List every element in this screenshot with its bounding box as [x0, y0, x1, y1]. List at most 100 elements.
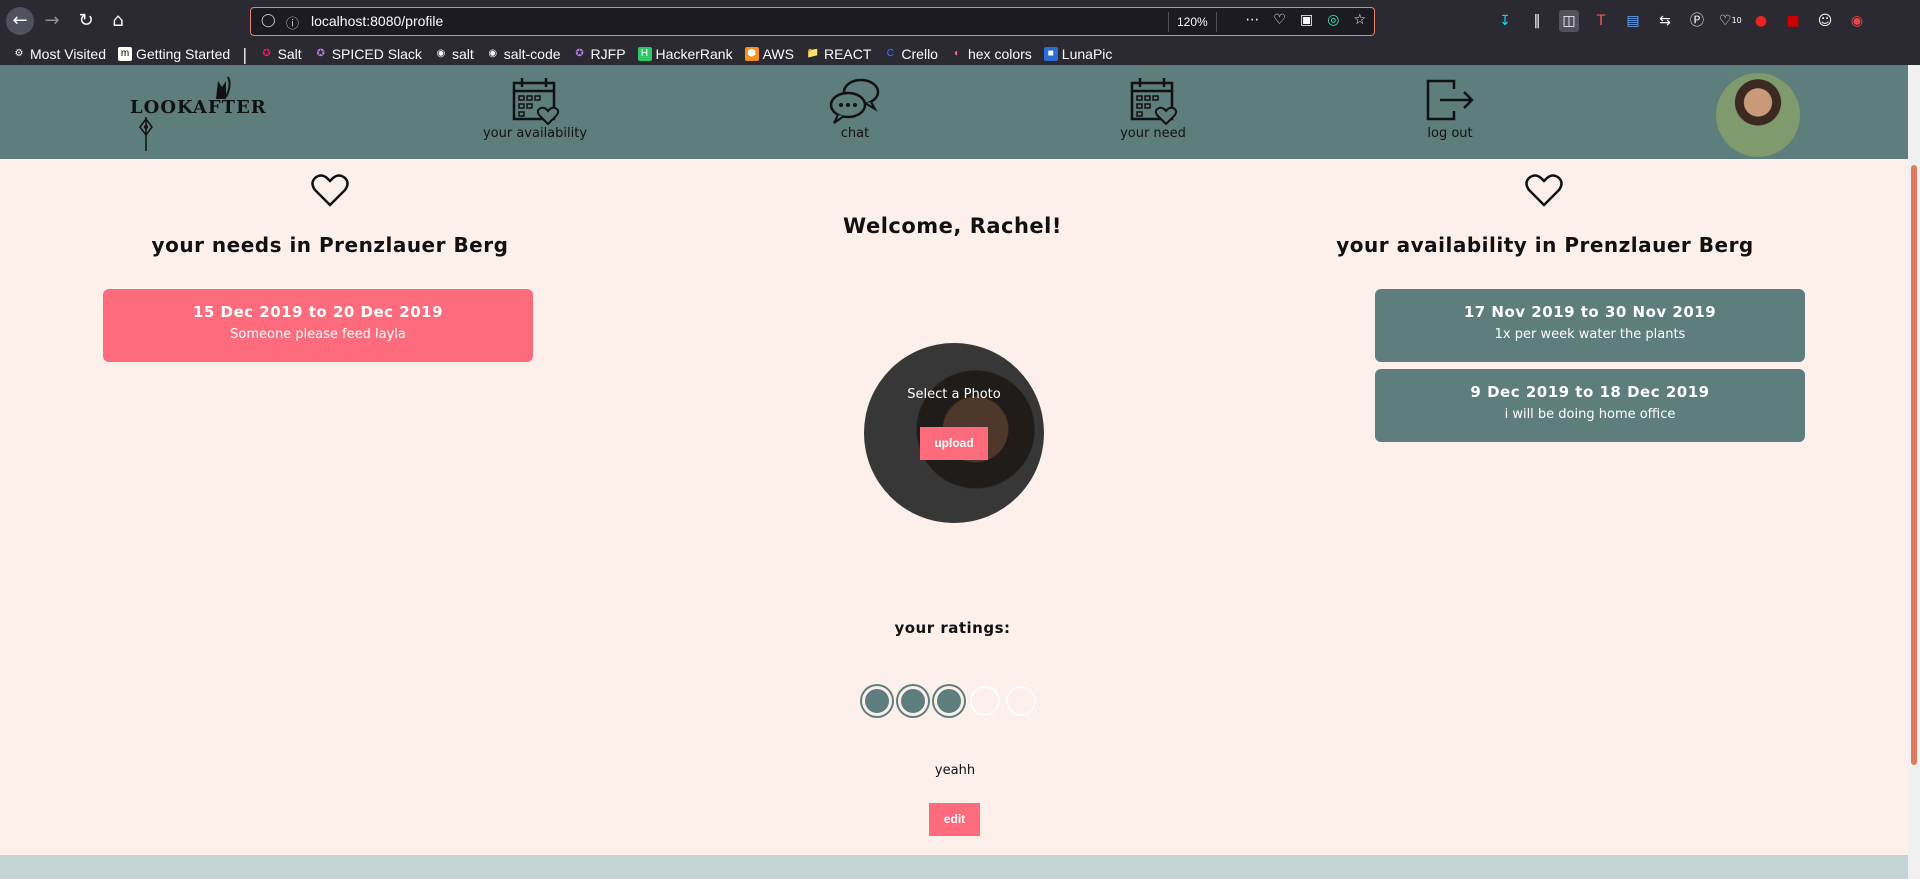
translate-icon[interactable]: ▤ — [1623, 10, 1643, 32]
shield-icon[interactable]: ◯ — [261, 13, 276, 28]
bookmark-label: Crello — [901, 46, 938, 62]
ublock-icon[interactable]: ■ — [1783, 10, 1803, 32]
sync-icon[interactable]: ⇆ — [1655, 10, 1675, 32]
menu-extension-icon[interactable]: ◉ — [1847, 10, 1867, 32]
bookmark-react[interactable]: 📁 REACT — [806, 46, 872, 62]
page-footer — [0, 855, 1908, 879]
bookmark-crello[interactable]: C Crello — [883, 46, 938, 62]
pocket-list-icon[interactable]: ♡10 — [1719, 10, 1742, 32]
bookmark-spiced-slack[interactable]: ✪ SPICED Slack — [314, 46, 421, 62]
crello-icon: C — [886, 48, 895, 59]
target-icon[interactable]: ◎ — [1327, 12, 1339, 28]
nav-log-out[interactable]: log out — [1385, 75, 1515, 151]
forward-arrow-icon[interactable]: → — [38, 7, 66, 35]
bookmark-salt-code[interactable]: ◉ salt-code — [486, 46, 561, 62]
hex-icon: ◐ — [953, 48, 960, 59]
select-photo-label[interactable]: Select a Photo — [864, 387, 1044, 402]
bookmarks-bar: ⚙ Most Visited m Getting Started | ✪ Salt ✪… — [0, 43, 1920, 65]
extension-icon[interactable]: ▣ — [1300, 12, 1313, 28]
availability-dates: 17 Nov 2019 to 30 Nov 2019 — [1463, 303, 1717, 321]
url-bar[interactable]: ◯ ⓘ localhost:8080/profile 120% ⋯ ♡ ▣ ◎ … — [250, 7, 1375, 36]
home-icon[interactable]: ⌂ — [104, 7, 132, 35]
need-description: Someone please feed layla — [230, 327, 406, 342]
bookmark-aws[interactable]: ⬢ AWS — [744, 46, 794, 62]
slack-icon: ✪ — [316, 48, 325, 59]
avatar[interactable] — [1716, 73, 1800, 157]
bookmark-label: REACT — [823, 46, 872, 62]
zoom-indicator[interactable]: 120% — [1168, 12, 1217, 32]
bookmark-label: RJFP — [590, 46, 626, 62]
bookmark-most-visited[interactable]: ⚙ Most Visited — [12, 46, 106, 62]
text-extension-icon[interactable]: T — [1591, 10, 1611, 32]
upload-button[interactable]: upload — [920, 427, 988, 460]
info-icon[interactable]: ⓘ — [286, 13, 299, 32]
download-icon[interactable]: ↧ — [1495, 10, 1515, 32]
badge-count: 10 — [1731, 16, 1742, 25]
chat-bubbles-icon — [829, 78, 880, 124]
rating-circle[interactable] — [1006, 686, 1036, 716]
aws-icon: ⬢ — [744, 47, 759, 61]
reload-icon[interactable]: ↻ — [72, 7, 100, 35]
rating-circle[interactable] — [862, 686, 892, 716]
bookmark-star-icon[interactable]: ☆ — [1353, 12, 1366, 28]
browser-toolbar: ← → ↻ ⌂ ◯ ⓘ localhost:8080/profile 120% … — [0, 0, 1920, 43]
edit-button[interactable]: edit — [929, 803, 980, 836]
bookmark-salt[interactable]: ✪ Salt — [260, 46, 302, 62]
cat-logo-icon — [139, 76, 231, 151]
tomato-icon[interactable]: ● — [1751, 10, 1771, 32]
account-icon[interactable]: ☺ — [1815, 10, 1835, 32]
nav-label: log out — [1427, 126, 1473, 141]
bookmark-label: AWS — [762, 46, 794, 62]
nav-label: chat — [840, 126, 870, 141]
nav-your-need[interactable]: your need — [1088, 75, 1218, 151]
profile-page: your needs in Prenzlauer Berg 15 Dec 201… — [0, 159, 1908, 855]
gear-icon: ⚙ — [14, 48, 24, 59]
bookmark-rjfp[interactable]: ✪ RJFP — [573, 46, 626, 62]
back-arrow-icon[interactable]: ← — [6, 7, 34, 35]
lunapic-icon: ■ — [1043, 47, 1058, 61]
w-extension-icon[interactable]: Ⓟ — [1687, 10, 1707, 32]
more-actions-icon[interactable]: ⋯ — [1245, 12, 1259, 28]
ratings-title: your ratings: — [894, 619, 1011, 637]
nav-label: your need — [1120, 126, 1186, 141]
slack-icon: ✪ — [262, 48, 271, 59]
availability-title: your availability in Prenzlauer Berg — [1336, 233, 1754, 257]
nav-chat[interactable]: chat — [790, 75, 920, 151]
bookmark-label: LunaPic — [1061, 46, 1113, 62]
bookmark-label: salt-code — [503, 46, 561, 62]
rating-circles — [862, 686, 1036, 716]
bookmark-getting-started[interactable]: m Getting Started — [118, 46, 230, 62]
availability-card[interactable]: 9 Dec 2019 to 18 Dec 2019 i will be doin… — [1375, 369, 1805, 442]
pocket-icon[interactable]: ♡ — [1273, 12, 1286, 28]
calendar-heart-icon — [512, 78, 560, 125]
need-dates: 15 Dec 2019 to 20 Dec 2019 — [192, 303, 444, 321]
nav-your-availability[interactable]: your availability — [470, 75, 600, 151]
bookmark-salt-github[interactable]: ◉ salt — [434, 46, 474, 62]
sidebar-icon[interactable]: ◫ — [1559, 10, 1579, 32]
app-logo[interactable]: LOOKAFTER — [128, 75, 266, 151]
availability-dates: 9 Dec 2019 to 18 Dec 2019 — [1470, 383, 1710, 401]
rating-circle[interactable] — [934, 686, 964, 716]
bookmark-hackerrank[interactable]: H HackerRank — [637, 46, 733, 62]
availability-description: i will be doing home office — [1504, 407, 1676, 422]
bookmark-hex-colors[interactable]: ◐ hex colors — [950, 46, 1032, 62]
bookmark-label: salt — [451, 46, 474, 62]
library-icon[interactable]: ‖ — [1527, 10, 1547, 32]
profile-photo[interactable]: Select a Photo upload — [864, 343, 1044, 523]
availability-card[interactable]: 17 Nov 2019 to 30 Nov 2019 1x per week w… — [1375, 289, 1805, 362]
bookmark-lunapic[interactable]: ■ LunaPic — [1043, 46, 1113, 62]
nav-label: your availability — [482, 126, 588, 141]
bookmark-label: Salt — [277, 46, 302, 62]
welcome-heading: Welcome, Rachel! — [843, 214, 1062, 238]
calendar-heart-icon — [1130, 78, 1178, 125]
rating-comment: yeahh — [934, 763, 976, 778]
need-card[interactable]: 15 Dec 2019 to 20 Dec 2019 Someone pleas… — [103, 289, 533, 362]
bookmark-label: HackerRank — [655, 46, 733, 62]
url-text[interactable]: localhost:8080/profile — [311, 13, 443, 29]
m-icon: m — [118, 47, 132, 61]
folder-icon: 📁 — [806, 48, 820, 59]
bookmark-label: Getting Started — [136, 46, 231, 62]
scrollbar[interactable] — [1908, 65, 1920, 879]
rating-circle[interactable] — [898, 686, 928, 716]
rating-circle[interactable] — [970, 686, 1000, 716]
